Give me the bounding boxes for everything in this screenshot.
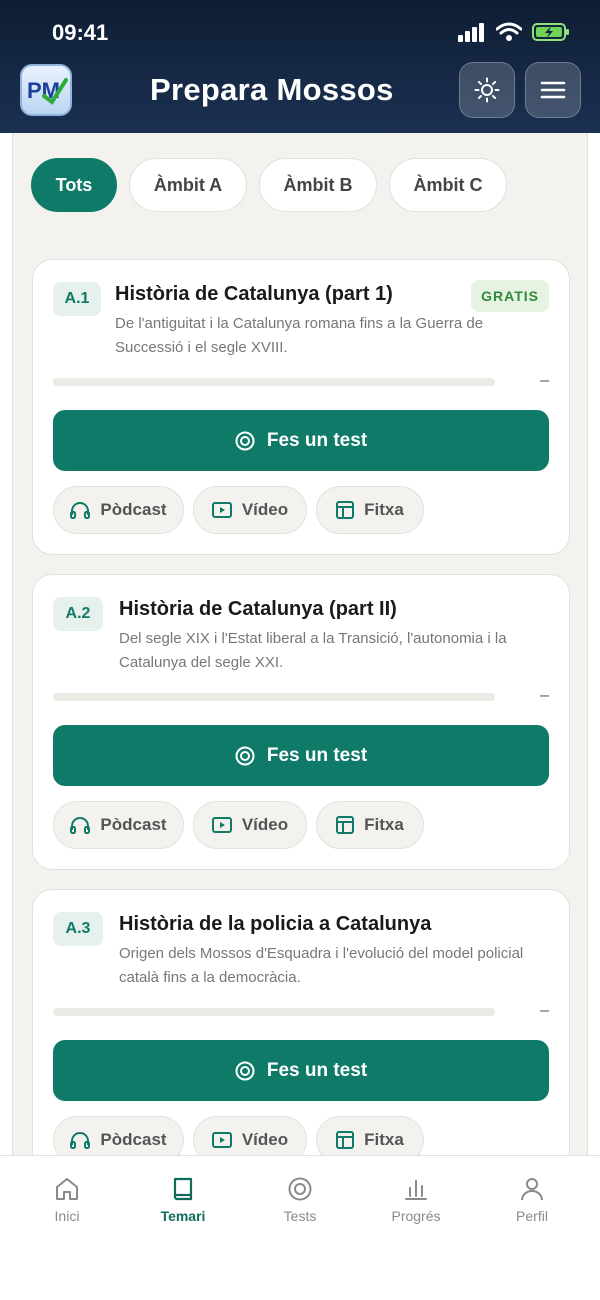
- podcast-label: Pòdcast: [100, 500, 167, 519]
- sheet-label: Fitxa: [364, 815, 404, 834]
- target-icon: [235, 746, 255, 765]
- nav-label: Inici: [54, 1208, 80, 1224]
- bottom-nav: Inici Temari Tests Progrés Perfil: [0, 1155, 600, 1300]
- nav-item-inici[interactable]: Inici: [22, 1176, 112, 1224]
- sheet-button[interactable]: Fitxa: [316, 486, 424, 534]
- video-label: Vídeo: [241, 500, 289, 519]
- progress-value: –: [540, 687, 549, 704]
- topic-code: A.3: [53, 912, 103, 946]
- layout-icon: [336, 501, 355, 519]
- progress-value: –: [540, 372, 549, 389]
- topic-description: Origen dels Mossos d'Esquadra i l'evoluc…: [119, 945, 524, 986]
- nav-label: Progrés: [391, 1208, 441, 1224]
- home-icon: [56, 1178, 78, 1200]
- status-time: 09:41: [52, 20, 109, 45]
- topic-description: De l'antiguitat i la Catalunya romana fi…: [115, 315, 484, 356]
- topic-card: A.3 Història de la policia a Catalunya O…: [32, 889, 570, 1155]
- progress-bar: [53, 378, 495, 386]
- progress-bar: [53, 1008, 495, 1016]
- topic-code: A.1: [53, 282, 101, 316]
- nav-label: Temari: [160, 1208, 206, 1224]
- progress-bar: [53, 693, 495, 701]
- podcast-button[interactable]: Pòdcast: [53, 1116, 184, 1155]
- take-test-label: Fes un test: [266, 1059, 368, 1081]
- target-icon: [235, 1061, 255, 1080]
- topic-title: Història de Catalunya (part II): [119, 598, 397, 620]
- bar-chart-icon: [405, 1180, 427, 1200]
- filter-chip-ambit-a[interactable]: Àmbit A: [129, 158, 247, 212]
- topic-code: A.2: [53, 597, 103, 631]
- topic-description: Del segle XIX i l'Estat liberal a la Tra…: [119, 630, 507, 671]
- nav-item-tests[interactable]: Tests: [255, 1176, 345, 1224]
- nav-item-progres[interactable]: Progrés: [371, 1176, 461, 1224]
- topic-title: Història de Catalunya (part 1): [115, 283, 393, 305]
- book-icon: [173, 1177, 193, 1201]
- video-button[interactable]: Vídeo: [193, 1116, 307, 1155]
- filter-chip-ambit-c[interactable]: Àmbit C: [389, 158, 507, 212]
- hamburger-icon: [540, 81, 566, 99]
- nav-label: Tests: [283, 1208, 317, 1224]
- video-button[interactable]: Vídeo: [193, 486, 307, 534]
- status-icons: [458, 22, 570, 42]
- take-test-button[interactable]: Fes un test: [53, 1040, 549, 1101]
- wifi-icon: [496, 22, 522, 41]
- layout-icon: [336, 1131, 355, 1149]
- filter-chip-ambit-b[interactable]: Àmbit B: [259, 158, 377, 212]
- topics-list: Tots Àmbit A Àmbit B Àmbit C A.1 Històri…: [12, 133, 588, 1155]
- theme-toggle-button[interactable]: [459, 62, 515, 118]
- target-icon: [288, 1177, 312, 1201]
- take-test-label: Fes un test: [266, 744, 368, 766]
- menu-button[interactable]: [525, 62, 581, 118]
- free-badge: GRATIS: [471, 280, 549, 312]
- play-icon: [211, 817, 232, 833]
- play-icon: [211, 1132, 232, 1148]
- nav-item-perfil[interactable]: Perfil: [487, 1176, 577, 1224]
- take-test-button[interactable]: Fes un test: [53, 410, 549, 471]
- app-title: Prepara Mossos: [150, 72, 394, 107]
- user-icon: [521, 1178, 543, 1201]
- signal-icon: [458, 23, 484, 42]
- take-test-label: Fes un test: [266, 429, 368, 451]
- headphones-icon: [70, 502, 91, 519]
- video-label: Vídeo: [241, 815, 289, 834]
- nav-label: Perfil: [516, 1208, 548, 1224]
- video-button[interactable]: Vídeo: [193, 801, 307, 849]
- podcast-button[interactable]: Pòdcast: [53, 486, 184, 534]
- sun-icon: [474, 77, 500, 103]
- target-icon: [235, 431, 255, 450]
- headphones-icon: [70, 817, 91, 834]
- topic-card: A.1 Història de Catalunya (part 1) GRATI…: [32, 259, 570, 555]
- battery-icon: [532, 23, 569, 41]
- app-logo: PM: [20, 64, 72, 116]
- headphones-icon: [70, 1132, 91, 1149]
- play-icon: [211, 502, 232, 518]
- layout-icon: [336, 816, 355, 834]
- podcast-label: Pòdcast: [100, 815, 167, 834]
- topic-card: A.2 Història de Catalunya (part II) Del …: [32, 574, 570, 870]
- sheet-label: Fitxa: [364, 500, 404, 519]
- app-header: 09:41 PM Prepara Mossos: [0, 0, 600, 133]
- nav-item-temari[interactable]: Temari: [138, 1176, 228, 1224]
- topic-title: Història de la policia a Catalunya: [119, 913, 432, 935]
- video-label: Vídeo: [241, 1130, 289, 1149]
- sheet-button[interactable]: Fitxa: [316, 801, 424, 849]
- progress-value: –: [540, 1002, 549, 1019]
- podcast-label: Pòdcast: [100, 1130, 167, 1149]
- sheet-button[interactable]: Fitxa: [316, 1116, 424, 1155]
- filter-chip-tots[interactable]: Tots: [31, 158, 117, 212]
- podcast-button[interactable]: Pòdcast: [53, 801, 184, 849]
- take-test-button[interactable]: Fes un test: [53, 725, 549, 786]
- sheet-label: Fitxa: [364, 1130, 404, 1149]
